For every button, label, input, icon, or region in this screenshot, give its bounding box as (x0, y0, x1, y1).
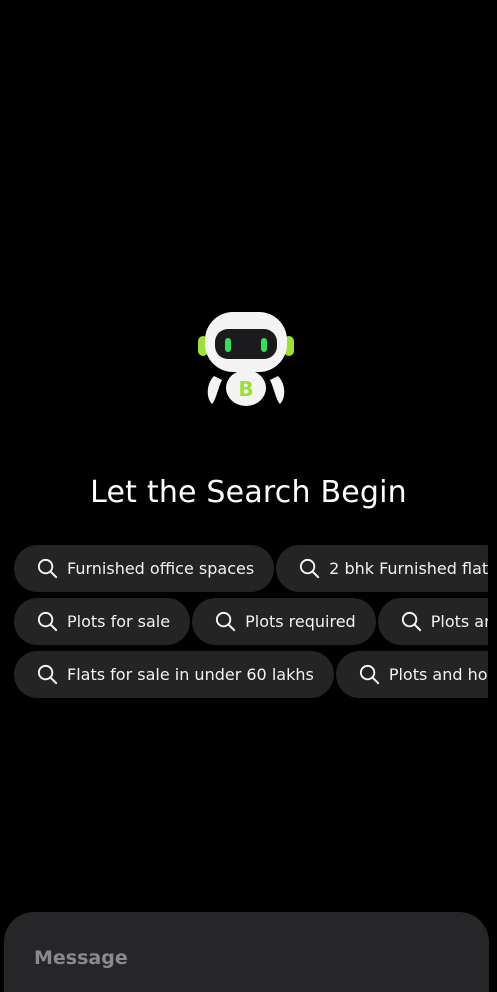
search-icon (37, 611, 58, 632)
suggestion-row-3: Flats for sale in under 60 lakhs Plots an… (14, 651, 488, 698)
search-icon (216, 611, 236, 632)
suggestion-chip-label: Plots for sale (67, 612, 171, 631)
robot-mascot-icon: B (198, 312, 294, 406)
suggestion-row-1: Furnished office spaces 2 bhk Furnished f… (14, 545, 488, 592)
message-input[interactable] (34, 940, 454, 976)
suggestion-chip[interactable]: Plots ar (377, 598, 488, 645)
suggestion-chip[interactable]: Plots and hou (335, 651, 488, 698)
suggestion-chip-label: Flats for sale in under 60 lakhs (67, 665, 314, 684)
suggestion-row-2: Plots for sale Plots required Plots ar (14, 598, 488, 645)
chat-screen: B Let the Search Begin Furnished office … (0, 0, 497, 992)
suggestion-chips: Furnished office spaces 2 bhk Furnished f… (14, 545, 488, 700)
suggestion-chip[interactable]: Plots required (192, 598, 376, 645)
suggestion-chip[interactable]: Furnished office spaces (14, 545, 275, 592)
search-icon (300, 558, 320, 579)
suggestion-chip-label: Plots ar (430, 612, 488, 631)
search-icon (37, 664, 58, 685)
suggestion-chip[interactable]: Plots for sale (14, 598, 191, 645)
search-icon (401, 611, 421, 632)
headline: Let the Search Begin (90, 475, 407, 510)
suggestion-chip[interactable]: 2 bhk Furnished flat (276, 545, 488, 592)
search-icon (37, 558, 58, 579)
suggestion-chip-label: 2 bhk Furnished flat (329, 559, 488, 578)
suggestion-chip-label: Plots required (245, 612, 356, 631)
message-composer (4, 912, 489, 992)
svg-text:B: B (238, 377, 253, 401)
suggestion-chip-label: Plots and hou (388, 665, 488, 684)
suggestion-chip[interactable]: Flats for sale in under 60 lakhs (14, 651, 334, 698)
search-icon (359, 664, 379, 685)
suggestion-chip-label: Furnished office spaces (67, 559, 255, 578)
